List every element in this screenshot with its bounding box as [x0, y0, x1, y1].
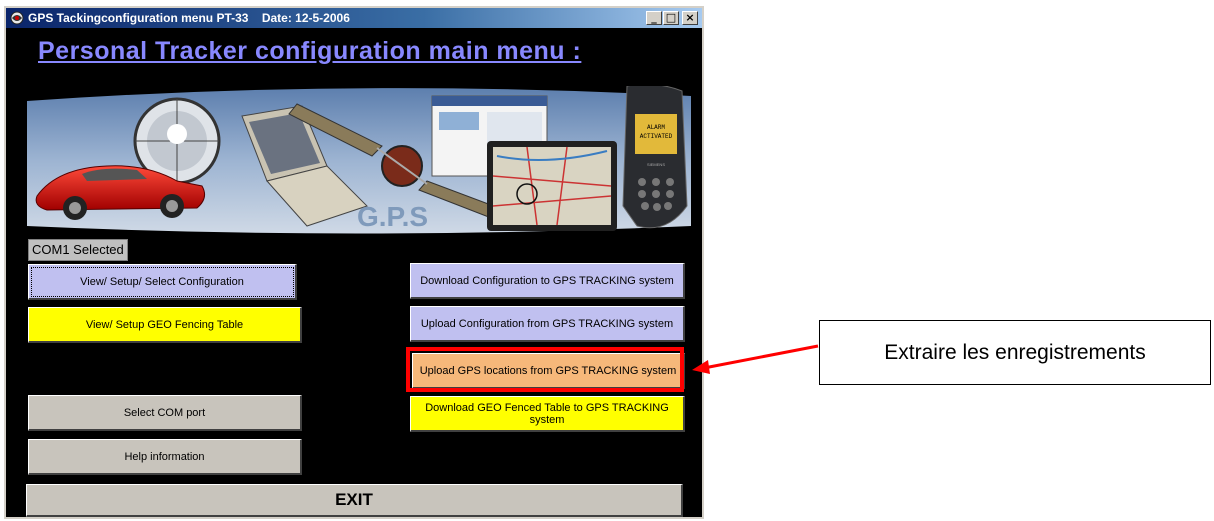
banner-gps-text: G.P.S — [357, 201, 428, 232]
upload-config-button[interactable]: Upload Configuration from GPS TRACKING s… — [410, 306, 685, 342]
minimize-button[interactable]: _ — [646, 11, 662, 25]
close-button[interactable]: × — [682, 11, 698, 25]
view-setup-geo-fencing-button[interactable]: View/ Setup GEO Fencing Table — [28, 307, 302, 343]
download-config-button[interactable]: Download Configuration to GPS TRACKING s… — [410, 263, 685, 299]
phone-brand: SIEMENS — [647, 162, 665, 167]
annotation-callout: Extraire les enregistrements — [819, 320, 1211, 385]
window-title: GPS Tackingconfiguration menu PT-33 Date… — [28, 11, 350, 25]
page-title: Personal Tracker configuration main menu… — [38, 37, 582, 65]
mobile-phone-icon: ALARM ACTIVATED SIEMENS — [622, 86, 688, 229]
arrow-icon — [692, 344, 819, 374]
phone-screen-line2: ACTIVATED — [640, 133, 673, 140]
map-icon — [487, 141, 617, 231]
help-information-button[interactable]: Help information — [28, 439, 302, 475]
download-geo-fenced-table-button[interactable]: Download GEO Fenced Table to GPS TRACKIN… — [410, 396, 685, 432]
com-status-label: COM1 Selected — [28, 239, 128, 261]
highlight-box — [406, 347, 684, 392]
maximize-button[interactable]: □ — [663, 11, 679, 25]
view-setup-config-button[interactable]: View/ Setup/ Select Configuration — [28, 264, 297, 300]
app-window: GPS Tackingconfiguration menu PT-33 Date… — [4, 6, 704, 519]
select-com-port-button[interactable]: Select COM port — [28, 395, 302, 431]
app-icon — [10, 11, 24, 25]
phone-screen-line1: ALARM — [647, 124, 665, 131]
title-bar[interactable]: GPS Tackingconfiguration menu PT-33 Date… — [6, 8, 702, 28]
banner-image: G.P.S ALARM ACTIVATED SIEMENS — [27, 86, 691, 234]
exit-button[interactable]: EXIT — [26, 484, 683, 517]
